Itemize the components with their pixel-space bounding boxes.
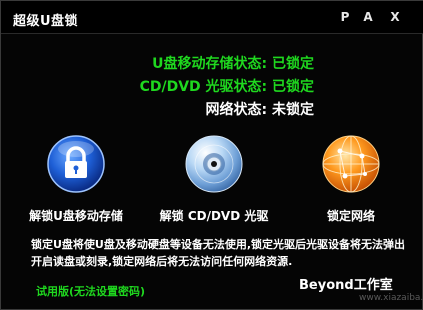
lock-network-button[interactable]: 锁定网络 (296, 134, 406, 224)
watermark: www.xiazaiba.com (359, 293, 423, 303)
unlock-optical-label: 解锁 CD/DVD 光驱 (159, 209, 269, 223)
globe-icon (322, 135, 380, 193)
disc-icon (185, 135, 243, 193)
brand-label: Beyond工作室 (299, 278, 393, 293)
unlock-optical-button[interactable]: 解锁 CD/DVD 光驱 (159, 134, 269, 224)
description-text: 锁定U盘将使U盘及移动硬盘等设备无法使用,锁定光驱后光驱设备将无法弹出开启读盘或… (31, 238, 406, 268)
network-status: 网络状态: 未锁定 (205, 102, 314, 118)
usb-status: U盘移动存储状态: 已锁定 (152, 56, 314, 72)
optical-status: CD/DVD 光驱状态: 已锁定 (139, 79, 314, 95)
lock-icon (47, 135, 105, 193)
title-bar[interactable]: 超级U盘锁 P A X (1, 1, 423, 34)
about-button[interactable]: A (361, 10, 375, 24)
trial-notice: 试用版(无法设置密码) (36, 285, 146, 298)
window-title: 超级U盘锁 (13, 14, 79, 29)
close-button[interactable]: X (388, 10, 402, 24)
main-window: 超级U盘锁 P A X U盘移动存储状态: 已锁定 CD/DVD 光驱状态: 已… (0, 0, 423, 310)
title-button-p[interactable]: P (338, 10, 352, 24)
unlock-usb-button[interactable]: 解锁U盘移动存储 (21, 134, 131, 224)
lock-network-label: 锁定网络 (326, 209, 375, 223)
unlock-usb-label: 解锁U盘移动存储 (29, 209, 123, 223)
